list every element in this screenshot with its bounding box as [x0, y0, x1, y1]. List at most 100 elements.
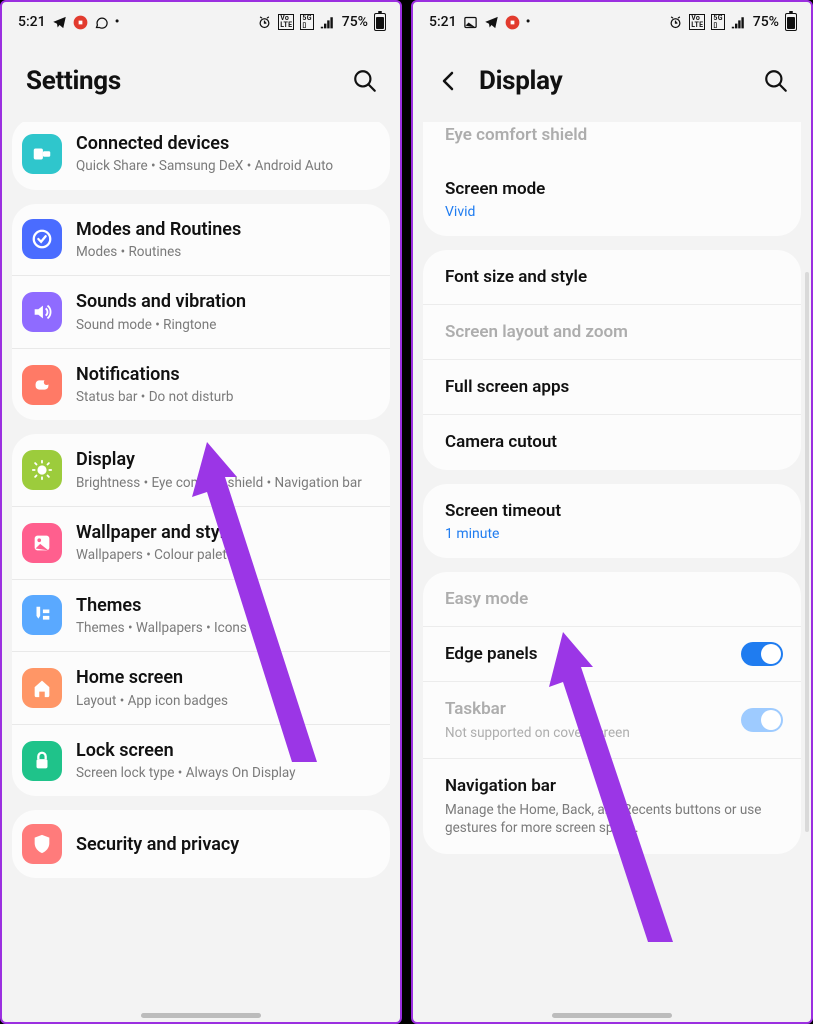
row-sub: Wallpapers • Colour palette — [76, 546, 380, 564]
battery-icon — [374, 13, 386, 31]
status-bar: 5:21 • VoLTE 5G▯ 75% — [413, 2, 811, 42]
wallpaper-icon — [22, 523, 62, 563]
row-title: Security and privacy — [76, 833, 380, 856]
page-title: Settings — [26, 66, 121, 96]
row-title: Lock screen — [76, 739, 380, 762]
more-dot: • — [526, 14, 531, 30]
toggle-edge-panels[interactable] — [741, 642, 783, 666]
fiveg-icon: 5G▯ — [711, 14, 724, 30]
back-icon[interactable] — [437, 69, 461, 93]
battery-pct: 75% — [342, 14, 368, 30]
alarm-icon — [257, 15, 272, 30]
row-sub: Layout • App icon badges — [76, 692, 380, 710]
row-title: Screen mode — [445, 178, 779, 200]
row-title: Modes and Routines — [76, 218, 380, 241]
signal-icon — [320, 15, 336, 29]
row-title: Display — [76, 448, 380, 471]
row-sub: Brightness • Eye comfort shield • Naviga… — [76, 474, 380, 492]
row-sub: Not supported on cover screen — [445, 724, 779, 742]
row-title: Navigation bar — [445, 775, 779, 797]
page-title: Display — [479, 66, 562, 96]
row-sub: Sound mode • Ringtone — [76, 316, 380, 334]
record-icon — [73, 15, 88, 30]
search-icon[interactable] — [763, 68, 789, 94]
row-eye-comfort[interactable]: Eye comfort shield — [423, 122, 801, 162]
row-connected-devices[interactable]: Connected devices Quick Share • Samsung … — [12, 122, 390, 190]
header: Display — [413, 42, 811, 114]
display-scroll[interactable]: Eye comfort shield Screen mode Vivid Fon… — [413, 122, 811, 1022]
row-sounds[interactable]: Sounds and vibration Sound mode • Ringto… — [12, 275, 390, 348]
row-title: Edge panels — [445, 643, 779, 665]
row-notifications[interactable]: Notifications Status bar • Do not distur… — [12, 348, 390, 421]
row-title: Themes — [76, 594, 380, 617]
row-title: Full screen apps — [445, 376, 779, 398]
row-title: Wallpaper and style — [76, 521, 380, 544]
row-title: Screen timeout — [445, 500, 779, 522]
row-security[interactable]: Security and privacy — [12, 810, 390, 878]
telegram-icon — [52, 15, 67, 30]
search-icon[interactable] — [352, 68, 378, 94]
row-home-screen[interactable]: Home screen Layout • App icon badges — [12, 651, 390, 724]
clock: 5:21 — [429, 14, 457, 30]
fiveg-icon: 5G▯ — [300, 14, 313, 30]
clock: 5:21 — [18, 14, 46, 30]
scrollbar[interactable] — [805, 272, 809, 832]
lock-icon — [22, 741, 62, 781]
row-title: Eye comfort shield — [445, 124, 779, 146]
row-value: Vivid — [445, 204, 779, 220]
notifications-icon — [22, 365, 62, 405]
row-sub: Screen lock type • Always On Display — [76, 764, 380, 782]
row-wallpaper[interactable]: Wallpaper and style Wallpapers • Colour … — [12, 506, 390, 579]
row-themes[interactable]: Themes Themes • Wallpapers • Icons — [12, 579, 390, 652]
row-taskbar: Taskbar Not supported on cover screen — [423, 681, 801, 758]
row-title: Home screen — [76, 666, 380, 689]
header: Settings — [2, 42, 400, 114]
modes-icon — [22, 219, 62, 259]
row-full-screen-apps[interactable]: Full screen apps — [423, 359, 801, 414]
row-title: Taskbar — [445, 698, 779, 720]
row-screen-mode[interactable]: Screen mode Vivid — [423, 162, 801, 236]
row-font-size[interactable]: Font size and style — [423, 250, 801, 304]
connected-devices-icon — [22, 134, 62, 174]
sound-icon — [22, 292, 62, 332]
row-title: Screen layout and zoom — [445, 321, 779, 343]
phone-display: 5:21 • VoLTE 5G▯ 75% Display — [411, 0, 813, 1024]
settings-scroll[interactable]: Connected devices Quick Share • Samsung … — [2, 122, 400, 1022]
row-sub: Manage the Home, Back, and Recents butto… — [445, 801, 779, 837]
row-display[interactable]: Display Brightness • Eye comfort shield … — [12, 434, 390, 506]
signal-icon — [731, 15, 747, 29]
home-icon — [22, 668, 62, 708]
toggle-taskbar — [741, 708, 783, 732]
phone-settings: 5:21 • VoLTE 5G▯ 75% Settings — [0, 0, 402, 1024]
more-dot: • — [115, 14, 120, 30]
themes-icon — [22, 595, 62, 635]
whatsapp-icon — [94, 15, 109, 30]
row-easy-mode[interactable]: Easy mode — [423, 572, 801, 626]
row-title: Easy mode — [445, 588, 779, 610]
display-icon — [22, 450, 62, 490]
battery-pct: 75% — [753, 14, 779, 30]
row-value: 1 minute — [445, 526, 779, 542]
security-icon — [22, 824, 62, 864]
row-sub: Status bar • Do not disturb — [76, 388, 380, 406]
nav-pill[interactable] — [552, 1013, 672, 1018]
row-title: Font size and style — [445, 266, 779, 288]
row-screen-layout[interactable]: Screen layout and zoom — [423, 304, 801, 359]
row-sub: Quick Share • Samsung DeX • Android Auto — [76, 157, 380, 175]
image-icon — [463, 15, 478, 30]
row-sub: Modes • Routines — [76, 243, 380, 261]
record-icon — [505, 15, 520, 30]
row-sub: Themes • Wallpapers • Icons — [76, 619, 380, 637]
nav-pill[interactable] — [141, 1013, 261, 1018]
row-title: Camera cutout — [445, 431, 779, 453]
row-camera-cutout[interactable]: Camera cutout — [423, 414, 801, 469]
row-navigation-bar[interactable]: Navigation bar Manage the Home, Back, an… — [423, 758, 801, 854]
status-bar: 5:21 • VoLTE 5G▯ 75% — [2, 2, 400, 42]
volte-icon: VoLTE — [278, 14, 294, 30]
row-edge-panels[interactable]: Edge panels — [423, 626, 801, 681]
row-title: Connected devices — [76, 132, 380, 155]
row-lock-screen[interactable]: Lock screen Screen lock type • Always On… — [12, 724, 390, 797]
row-modes-routines[interactable]: Modes and Routines Modes • Routines — [12, 204, 390, 276]
row-screen-timeout[interactable]: Screen timeout 1 minute — [423, 484, 801, 558]
battery-icon — [785, 13, 797, 31]
